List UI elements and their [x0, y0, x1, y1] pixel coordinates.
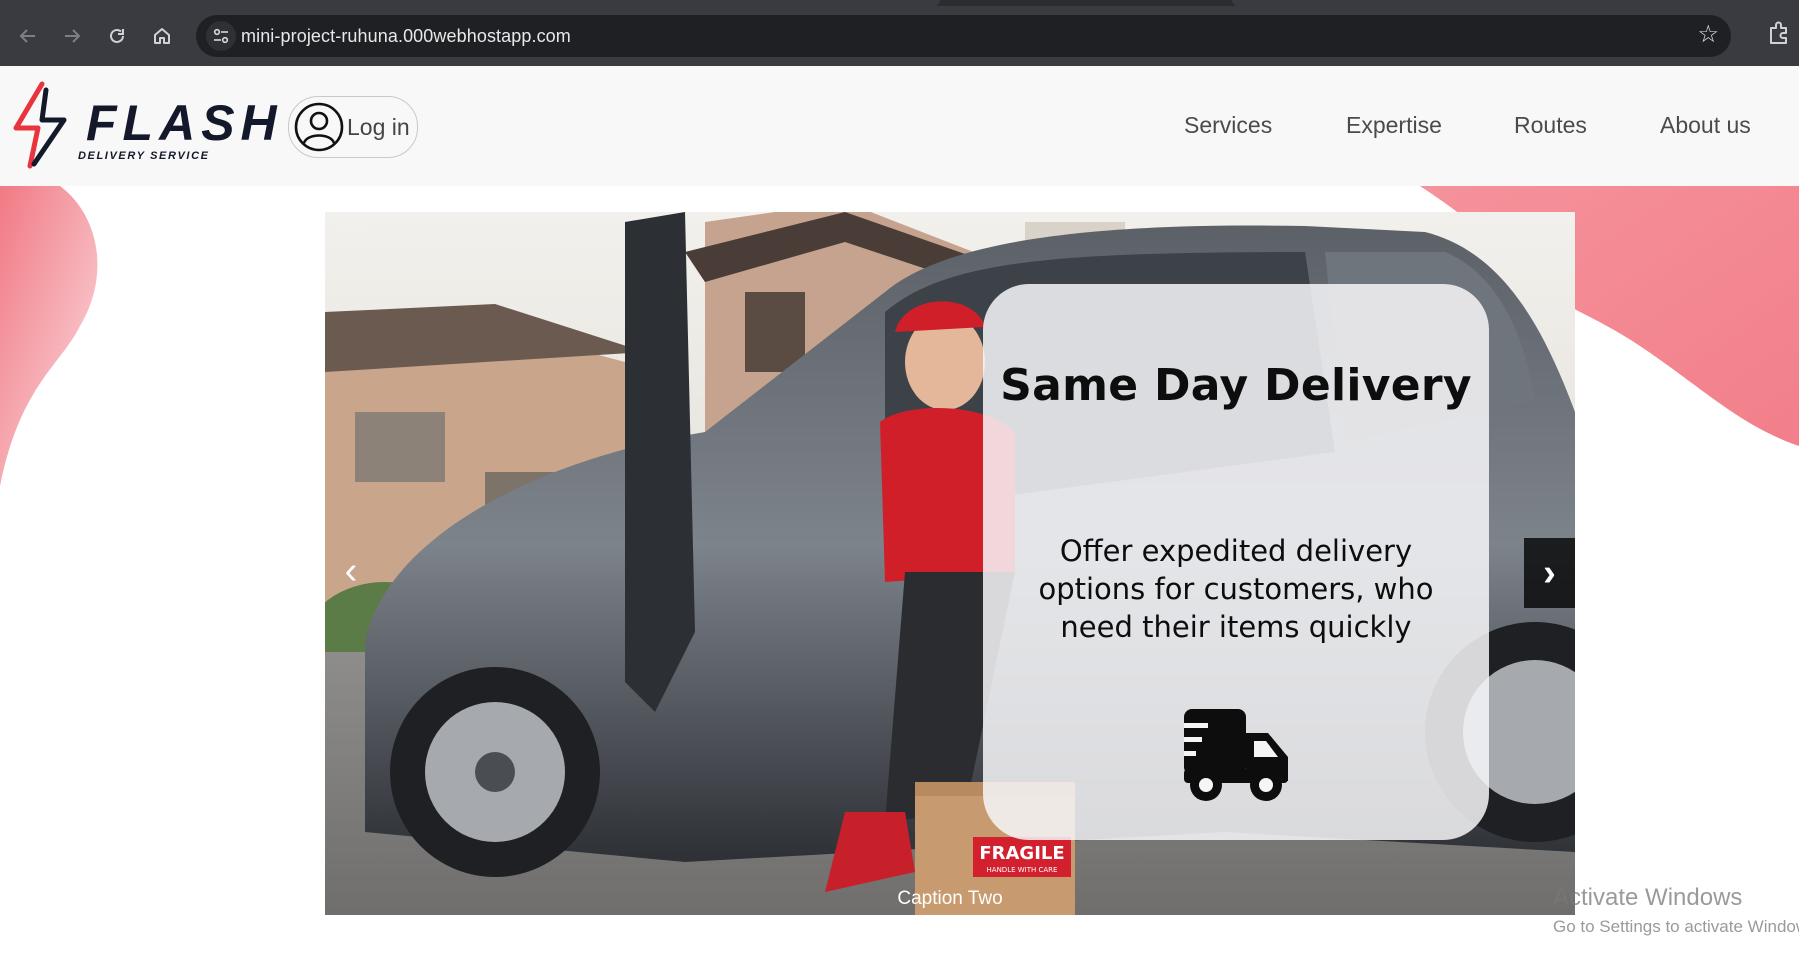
site-settings-button[interactable] — [206, 21, 236, 51]
hero-slideshow: FRAGILE HANDLE WITH CARE 2 / 3 Same Day … — [325, 212, 1575, 915]
decorative-blob-left — [0, 186, 98, 486]
reload-button[interactable] — [101, 20, 133, 52]
address-bar[interactable]: mini-project-ruhuna.000webhostapp.com ☆ — [196, 15, 1731, 57]
tab-active[interactable] — [0, 0, 940, 6]
home-button[interactable] — [146, 20, 178, 52]
back-icon — [19, 29, 35, 43]
back-button[interactable] — [12, 20, 44, 52]
login-button[interactable]: Log in — [288, 96, 418, 158]
url-text[interactable]: mini-project-ruhuna.000webhostapp.com — [241, 26, 571, 47]
logo-tagline: DELIVERY SERVICE — [78, 150, 210, 162]
lightning-logo-icon — [13, 81, 67, 169]
slide-title: Same Day Delivery — [1000, 360, 1472, 411]
slide-next-button[interactable]: › — [1524, 538, 1575, 608]
star-icon[interactable]: ☆ — [1697, 20, 1719, 49]
nav-expertise[interactable]: Expertise — [1346, 112, 1442, 139]
box-fragile-label: FRAGILE — [979, 843, 1064, 864]
slide-caption: Caption Two — [897, 888, 1003, 909]
tab-inactive[interactable] — [1232, 0, 1799, 6]
nav-routes[interactable]: Routes — [1514, 112, 1587, 139]
watermark-subtitle: Go to Settings to activate Windows. — [1553, 917, 1799, 936]
windows-activation-watermark: Activate Windows Go to Settings to activ… — [1553, 884, 1799, 937]
extensions-button[interactable] — [1766, 20, 1796, 50]
nav-services[interactable]: Services — [1184, 112, 1272, 139]
slide-counter: 2 / 3 — [339, 222, 369, 239]
slide-description: Offer expedited delivery options for cus… — [1038, 534, 1434, 644]
extensions-icon — [1770, 21, 1787, 44]
slide-prev-button[interactable]: ‹ — [325, 536, 377, 606]
flash-logo[interactable]: FLASH DELIVERY SERVICE — [12, 80, 277, 170]
delivery-truck-icon — [1184, 709, 1288, 801]
forward-icon — [65, 29, 81, 43]
forward-button[interactable] — [56, 20, 88, 52]
home-icon — [154, 28, 170, 44]
watermark-title: Activate Windows — [1553, 884, 1743, 911]
box-handle-label: HANDLE WITH CARE — [987, 866, 1058, 874]
reload-icon — [110, 28, 124, 43]
login-label: Log in — [347, 113, 410, 140]
user-avatar-icon — [294, 102, 344, 152]
logo-wordmark: FLASH — [86, 95, 283, 151]
site-settings-icon — [213, 28, 229, 44]
caption-card: Same Day Delivery Offer expedited delive… — [983, 284, 1489, 840]
browser-toolbar: mini-project-ruhuna.000webhostapp.com ☆ — [0, 0, 1799, 66]
nav-about-us[interactable]: About us — [1660, 112, 1751, 139]
site-header: FLASH DELIVERY SERVICE Log in Services E… — [0, 66, 1799, 186]
tab-strip — [0, 0, 1799, 6]
